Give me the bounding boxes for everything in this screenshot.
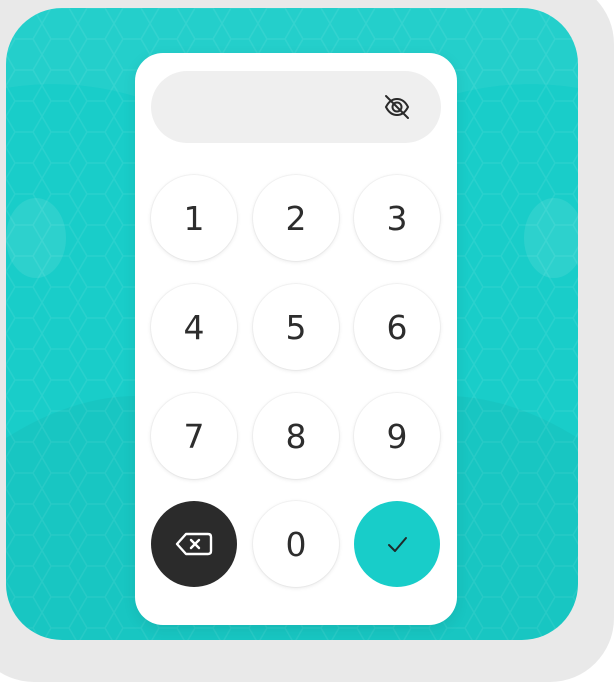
key-0[interactable]: 0	[253, 501, 339, 587]
key-8[interactable]: 8	[253, 393, 339, 479]
key-6[interactable]: 6	[354, 284, 440, 370]
key-3[interactable]: 3	[354, 175, 440, 261]
eye-off-icon	[384, 95, 410, 119]
key-4[interactable]: 4	[151, 284, 237, 370]
key-2[interactable]: 2	[253, 175, 339, 261]
pin-input[interactable]	[151, 71, 441, 143]
toggle-visibility-button[interactable]	[379, 89, 415, 125]
backspace-icon	[175, 532, 213, 556]
key-7[interactable]: 7	[151, 393, 237, 479]
check-icon	[388, 537, 407, 552]
key-9[interactable]: 9	[354, 393, 440, 479]
pin-keypad-panel: 1 2 3 4 5 6 7 8 9 0	[135, 53, 457, 625]
confirm-button[interactable]	[354, 501, 440, 587]
key-5[interactable]: 5	[253, 284, 339, 370]
key-1[interactable]: 1	[151, 175, 237, 261]
backspace-button[interactable]	[151, 501, 237, 587]
